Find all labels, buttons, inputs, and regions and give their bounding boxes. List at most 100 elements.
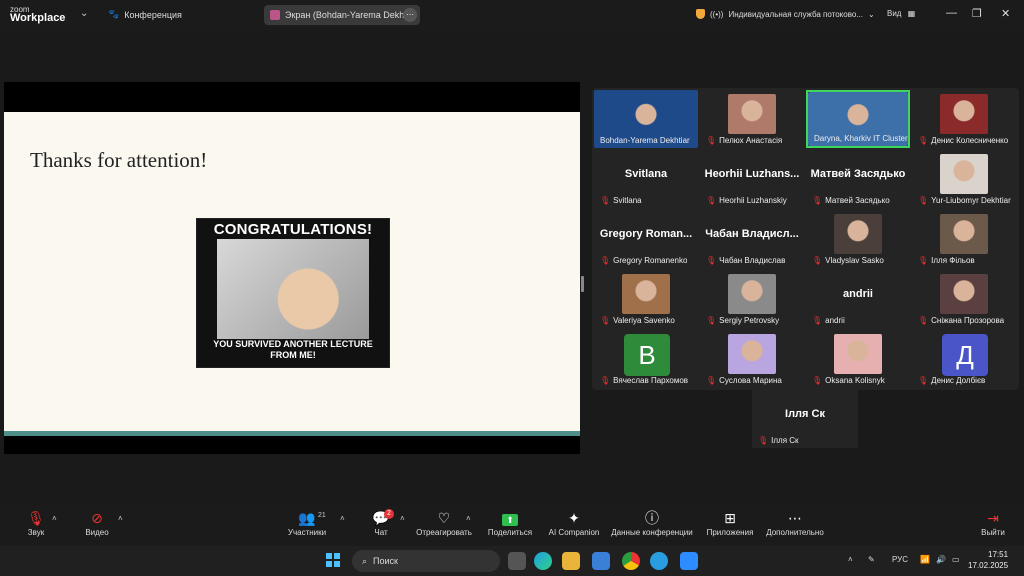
file-explorer-icon[interactable] (562, 552, 580, 570)
participant-display-name: Матвей Засядько (810, 168, 906, 180)
participant-name-label: 🎙 Sergiy Petrovsky (706, 316, 779, 325)
meeting-info-button[interactable]: ⓘ Данные конференции (609, 508, 695, 537)
battery-icon[interactable]: ▭ (952, 555, 960, 564)
participant-tile[interactable]: Чабан Владисл... 🎙 Чабан Владислав (700, 210, 804, 268)
participant-tile[interactable]: 🎙 Yur-Liubomyr Dekhtiar (912, 150, 1016, 208)
participant-display-name: Heorhii Luzhans... (704, 168, 800, 180)
participant-tile[interactable]: Gregory Roman... 🎙 Gregory Romanenko (594, 210, 698, 268)
live-icon: ((•)) (710, 9, 724, 19)
title-bar: zoom Workplace ⌄ 🐾 Конференция Экран (Bo… (0, 0, 1024, 30)
participant-video (940, 94, 988, 134)
participant-tile[interactable]: Bohdan-Yarema Dekhtiar (594, 90, 698, 148)
participant-name: Вячеслав Пархомов (613, 376, 689, 385)
streaming-service[interactable]: ((•)) Индивидуальная служба потоково... … (696, 9, 875, 19)
mic-muted-icon: 🎙 (812, 316, 823, 325)
participant-display-name: andrii (843, 288, 873, 300)
mic-muted-icon: 🎙 (918, 196, 929, 205)
view-menu[interactable]: Вид ▦ (887, 9, 915, 18)
apps-icon: ⊞ (724, 510, 736, 526)
participant-name-label: 🎙 Чабан Владислав (706, 256, 785, 265)
participant-tile[interactable]: 🎙 Пелюх Анастасія (700, 90, 804, 148)
taskbar-search[interactable]: ⌕ Поиск (352, 550, 500, 572)
chevron-up-icon[interactable]: ˄ (340, 514, 345, 523)
mic-muted-icon: 🎙 (706, 376, 717, 385)
close-icon[interactable]: ✕ (1001, 7, 1010, 20)
mic-muted-icon: 🎙 (918, 136, 929, 145)
participant-tile[interactable]: 🎙 Сніжана Прозорова (912, 270, 1016, 328)
screen-share-pill[interactable]: Экран (Bohdan-Yarema Dekhtiar ⋯ (264, 5, 420, 25)
participant-tile[interactable]: 🎙 Денис Колесниченко (912, 90, 1016, 148)
participant-tile[interactable]: 🎙 Valeriya Savenko (594, 270, 698, 328)
share-avatar-icon (270, 10, 280, 20)
mic-muted-icon: 🎙 (812, 376, 823, 385)
avatar: В (624, 334, 670, 376)
participant-tile[interactable]: andrii 🎙 andrii (806, 270, 910, 328)
chevron-up-icon[interactable]: ˄ (400, 514, 405, 523)
participant-name: Yur-Liubomyr Dekhtiar (931, 196, 1011, 205)
participant-tile[interactable]: 🎙 Oksana Kolisnyk (806, 330, 910, 388)
language-indicator[interactable]: РУС (892, 555, 908, 564)
participant-display-name: Svitlana (624, 168, 668, 180)
resize-handle[interactable] (581, 276, 584, 292)
chrome-icon[interactable] (622, 552, 640, 570)
wifi-icon[interactable]: 📶 (920, 555, 930, 564)
chevron-up-icon[interactable]: ˄ (118, 514, 123, 523)
more-icon[interactable]: ⋯ (403, 8, 417, 22)
telegram-icon[interactable] (650, 552, 668, 570)
participant-tile[interactable]: 🎙 Vladyslav Sasko (806, 210, 910, 268)
mic-muted-icon: 🎙 (706, 196, 717, 205)
ai-companion-button[interactable]: ✦ AI Companion (546, 508, 602, 537)
participant-tile[interactable]: 🎙 Sergiy Petrovsky (700, 270, 804, 328)
participant-tile[interactable]: Матвей Засядько 🎙 Матвей Засядько (806, 150, 910, 208)
participant-tile[interactable]: В 🎙 Вячеслав Пархомов (594, 330, 698, 388)
participant-name-label: 🎙 Сніжана Прозорова (918, 316, 1004, 325)
meeting-menu[interactable]: 🐾 Конференция (108, 9, 182, 20)
meme-top-text: CONGRATULATIONS! (213, 221, 373, 238)
chevron-up-icon[interactable]: ˄ (466, 514, 471, 523)
participant-name-label: 🎙 Vladyslav Sasko (812, 256, 884, 265)
apps-button[interactable]: ⊞ Приложения (704, 508, 756, 537)
zoom-taskbar-icon[interactable] (680, 552, 698, 570)
audio-button[interactable]: 🎙 Звук (24, 508, 48, 537)
leave-button[interactable]: ⇥ Выйти (980, 508, 1006, 537)
share-button[interactable]: ⬆ Поделиться (486, 508, 534, 537)
clock[interactable]: 17:51 17.02.2025 (968, 549, 1008, 571)
participant-name: Bohdan-Yarema Dekhtiar (600, 136, 690, 145)
participant-name-label: 🎙 Суслова Марина (706, 376, 782, 385)
windows-start-icon[interactable] (326, 553, 340, 567)
edge-icon[interactable] (534, 552, 552, 570)
participant-name: andrii (825, 316, 845, 325)
participant-tile[interactable]: Ілля Ск 🎙 Ілля Ск (752, 390, 858, 448)
minimize-icon[interactable]: — (946, 7, 957, 19)
restore-icon[interactable]: ❐ (972, 7, 982, 20)
participant-display-name: Gregory Roman... (599, 228, 693, 240)
mic-muted-icon: 🎙 (918, 376, 929, 385)
chevron-up-icon[interactable]: ˄ (52, 514, 57, 523)
chevron-down-icon[interactable]: ⌄ (80, 8, 88, 19)
participant-name-label: 🎙 Ілля Фільов (918, 256, 975, 265)
participants-count: 21 (318, 512, 326, 519)
participant-tile[interactable]: Heorhii Luzhans... 🎙 Heorhii Luzhanskiy (700, 150, 804, 208)
participant-tile[interactable]: Д 🎙 Денис Долбієв (912, 330, 1016, 388)
task-view-icon[interactable] (508, 552, 526, 570)
pen-icon[interactable]: ✎ (868, 555, 875, 564)
participant-tile[interactable]: 🎙 Ілля Фільов (912, 210, 1016, 268)
exit-icon: ⇥ (987, 510, 999, 526)
participant-name-label: 🎙 Денис Колесниченко (918, 136, 1008, 145)
more-button[interactable]: ⋯ Дополнительно (764, 508, 826, 537)
video-button[interactable]: ⊘ Видео (84, 508, 110, 537)
react-button[interactable]: ♡ Отреагировать (414, 508, 474, 537)
participant-display-name: Чабан Владисл... (705, 228, 799, 240)
participant-tile[interactable]: Daryna, Kharkiv IT Cluster (806, 90, 910, 148)
zoom-logo: zoom Workplace (10, 5, 66, 24)
chevron-up-icon[interactable]: ˄ (848, 555, 853, 564)
store-icon[interactable] (592, 552, 610, 570)
slide-footer-bar (4, 431, 580, 436)
participant-tile[interactable]: Svitlana 🎙 Svitlana (594, 150, 698, 208)
participant-tile[interactable]: 🎙 Суслова Марина (700, 330, 804, 388)
participant-video (834, 334, 882, 374)
volume-icon[interactable]: 🔊 (936, 555, 946, 564)
mic-muted-icon: 🎙 (600, 196, 611, 205)
baby-fist-picture (217, 239, 369, 339)
more-icon: ⋯ (788, 510, 802, 526)
